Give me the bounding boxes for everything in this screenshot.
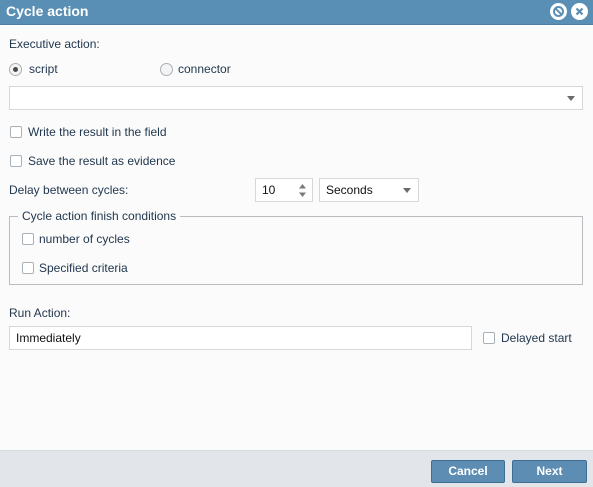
- write-result-label: Write the result in the field: [28, 125, 167, 139]
- circle-slash-icon[interactable]: [550, 3, 567, 20]
- number-of-cycles-box[interactable]: [22, 233, 34, 245]
- delayed-start-label: Delayed start: [501, 331, 572, 345]
- run-action-value: Immediately: [16, 331, 81, 345]
- save-evidence-box[interactable]: [10, 155, 22, 167]
- delayed-start-box[interactable]: [483, 332, 495, 344]
- run-action-label: Run Action:: [9, 306, 71, 320]
- radio-connector-button[interactable]: [160, 63, 173, 76]
- delay-unit-select[interactable]: Seconds: [319, 178, 419, 202]
- chevron-down-icon: [567, 96, 575, 101]
- executive-action-label: Executive action:: [9, 37, 100, 51]
- cancel-button[interactable]: Cancel: [431, 460, 505, 483]
- specified-criteria-label: Specified criteria: [39, 261, 128, 275]
- dialog-title: Cycle action: [6, 3, 89, 19]
- radio-script-label: script: [29, 62, 58, 76]
- executive-action-select[interactable]: [9, 86, 583, 110]
- number-of-cycles-label: number of cycles: [39, 232, 130, 246]
- delay-unit-value: Seconds: [326, 183, 373, 197]
- run-action-field[interactable]: Immediately: [9, 326, 472, 350]
- write-result-box[interactable]: [10, 126, 22, 138]
- close-icon[interactable]: [571, 3, 588, 20]
- delay-stepper[interactable]: 10: [255, 178, 313, 202]
- specified-criteria-box[interactable]: [22, 262, 34, 274]
- radio-script-button[interactable]: [9, 63, 22, 76]
- delay-value: 10: [262, 183, 276, 197]
- delay-label: Delay between cycles:: [9, 183, 129, 197]
- stepper-arrows-icon[interactable]: [298, 183, 307, 198]
- chevron-down-icon: [403, 188, 411, 193]
- radio-connector-label: connector: [178, 62, 231, 76]
- finish-conditions-legend: Cycle action finish conditions: [22, 209, 177, 223]
- next-button[interactable]: Next: [512, 460, 587, 483]
- dialog-titlebar: Cycle action: [0, 0, 593, 25]
- dialog-footer: Cancel Next: [0, 450, 593, 487]
- save-evidence-label: Save the result as evidence: [28, 154, 176, 168]
